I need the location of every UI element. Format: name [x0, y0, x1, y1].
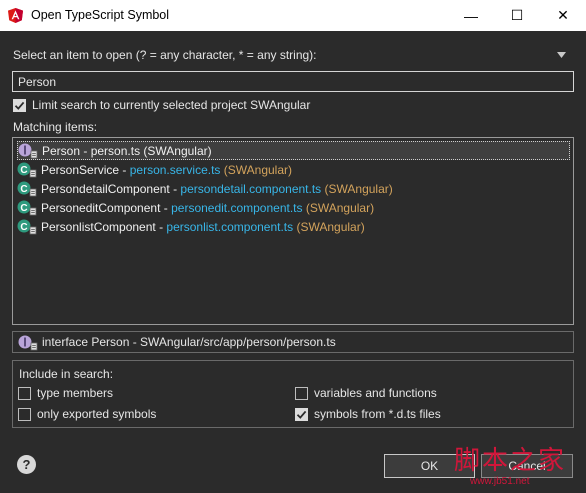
- variables-functions-label: variables and functions: [314, 386, 437, 400]
- type-members-label: type members: [37, 386, 114, 400]
- help-button[interactable]: ?: [17, 455, 36, 474]
- close-button[interactable]: ✕: [540, 0, 586, 31]
- matching-items-label: Matching items:: [13, 120, 98, 134]
- svg-text:C: C: [20, 165, 27, 176]
- result-project: (SWAngular): [302, 200, 375, 215]
- class-icon: C: [17, 199, 39, 216]
- watermark-url: www.jb51.net: [470, 476, 530, 487]
- class-icon: C: [17, 180, 39, 197]
- limit-search-label: Limit search to currently selected proje…: [32, 98, 311, 112]
- watermark: 脚本之家 www.jb51.net: [454, 440, 586, 493]
- list-item[interactable]: C PersoneditComponent - personedit.compo…: [17, 198, 570, 217]
- result-project: (SWAngular): [321, 181, 393, 196]
- list-item[interactable]: C PersondetailComponent - persondetail.c…: [17, 179, 570, 198]
- checkmark-icon: [296, 410, 307, 419]
- include-in-search-title: Include in search:: [19, 367, 114, 381]
- view-menu-icon[interactable]: [557, 52, 566, 58]
- selection-detail-text: interface Person - SWAngular/src/app/per…: [42, 335, 336, 349]
- result-separator: -: [119, 162, 130, 177]
- result-file: person.service.ts: [129, 162, 221, 177]
- result-name: PersondetailComponent: [41, 181, 170, 196]
- variables-functions-checkbox[interactable]: variables and functions: [295, 386, 437, 400]
- list-item[interactable]: C PersonService - person.service.ts (SWA…: [17, 160, 570, 179]
- result-project: (SWAngular): [220, 162, 292, 177]
- checkbox-box[interactable]: [13, 98, 26, 112]
- search-input[interactable]: [12, 71, 574, 92]
- svg-text:C: C: [20, 222, 27, 233]
- interface-icon: [18, 334, 40, 351]
- type-members-checkbox[interactable]: type members: [18, 386, 113, 400]
- result-name: PersonlistComponent: [41, 219, 156, 234]
- result-file: personlist.component.ts: [166, 219, 294, 234]
- minimize-icon: —: [464, 7, 478, 24]
- checkbox-box[interactable]: [18, 407, 31, 421]
- only-exported-checkbox[interactable]: only exported symbols: [18, 407, 156, 421]
- checkbox-box[interactable]: [295, 386, 308, 400]
- only-exported-label: only exported symbols: [37, 407, 157, 421]
- result-file: person.ts: [90, 143, 141, 158]
- angular-icon: [8, 8, 23, 23]
- result-project: (SWAngular): [140, 143, 212, 158]
- result-separator: -: [155, 219, 167, 234]
- svg-text:C: C: [20, 203, 27, 214]
- result-separator: -: [80, 143, 91, 158]
- class-icon: C: [17, 161, 39, 178]
- svg-text:C: C: [20, 184, 27, 195]
- watermark-text: 脚本之家: [454, 446, 567, 476]
- dts-files-label: symbols from *.d.ts files: [314, 407, 441, 421]
- window-title: Open TypeScript Symbol: [31, 8, 170, 22]
- class-icon: C: [17, 218, 39, 235]
- results-list[interactable]: Person - person.ts (SWAngular) C PersonS…: [12, 137, 574, 325]
- search-prompt-label: Select an item to open (? = any characte…: [13, 48, 317, 62]
- dts-files-checkbox[interactable]: symbols from *.d.ts files: [295, 407, 441, 421]
- result-name: PersonService: [41, 162, 120, 177]
- interface-icon: [18, 142, 40, 159]
- limit-search-checkbox[interactable]: Limit search to currently selected proje…: [13, 98, 310, 112]
- selection-detail-bar: interface Person - SWAngular/src/app/per…: [12, 331, 574, 353]
- help-icon: ?: [22, 457, 31, 472]
- maximize-button[interactable]: ☐: [494, 0, 540, 31]
- minimize-button[interactable]: —: [448, 0, 494, 31]
- result-file: persondetail.component.ts: [180, 181, 322, 196]
- maximize-icon: ☐: [510, 7, 524, 23]
- close-icon: ✕: [557, 7, 569, 23]
- list-item[interactable]: Person - person.ts (SWAngular): [17, 141, 570, 160]
- checkbox-box[interactable]: [295, 407, 308, 421]
- result-project: (SWAngular): [293, 219, 365, 234]
- result-separator: -: [160, 200, 172, 215]
- title-bar[interactable]: Open TypeScript Symbol — ☐ ✕: [0, 0, 586, 31]
- checkbox-box[interactable]: [18, 386, 31, 400]
- checkmark-icon: [14, 101, 25, 110]
- result-separator: -: [169, 181, 181, 196]
- result-name: PersoneditComponent: [41, 200, 161, 215]
- result-file: personedit.component.ts: [171, 200, 303, 215]
- list-item[interactable]: C PersonlistComponent - personlist.compo…: [17, 217, 570, 236]
- result-name: Person: [42, 143, 81, 158]
